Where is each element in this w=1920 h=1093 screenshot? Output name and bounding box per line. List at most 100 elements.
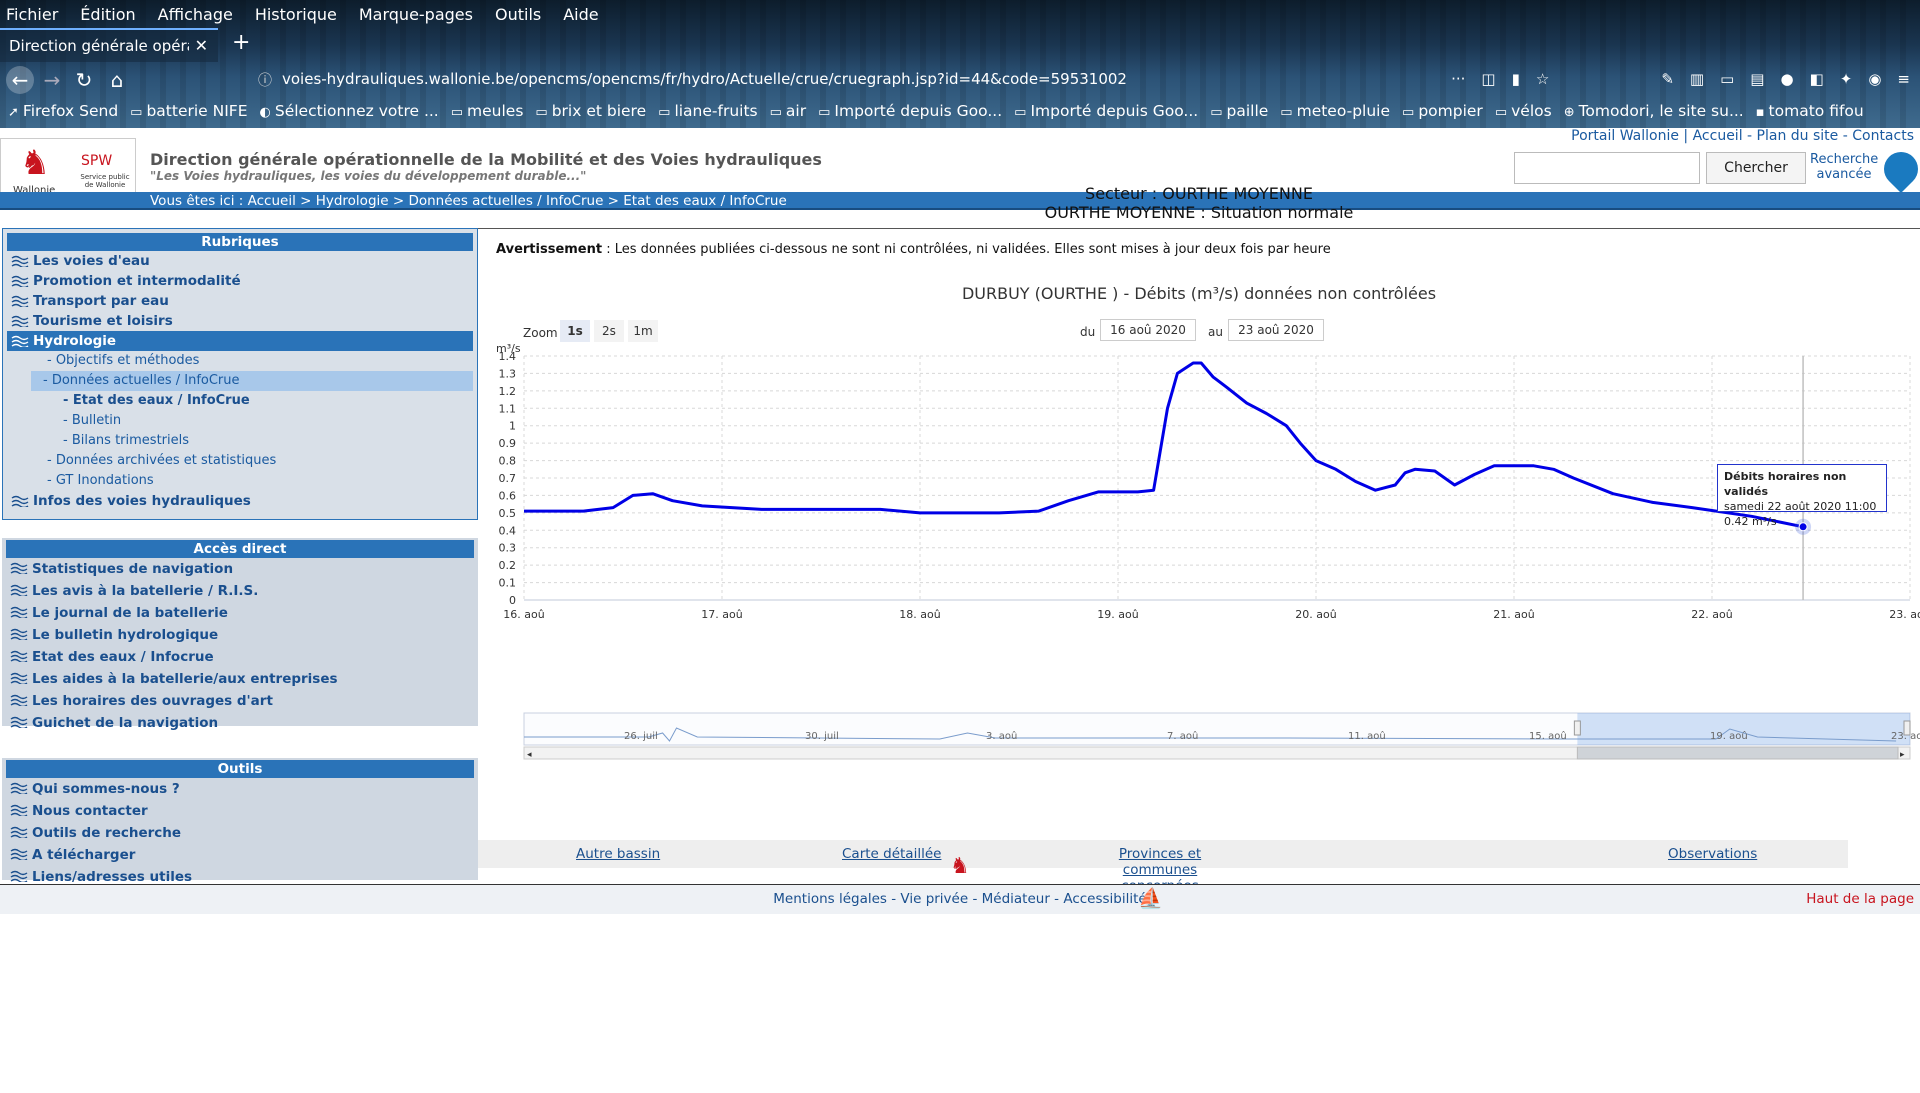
wave-icon bbox=[11, 315, 29, 327]
bookmark-item[interactable]: ⊕ Tomodori, le site su... bbox=[1564, 102, 1744, 120]
close-tab-icon[interactable]: ✕ bbox=[195, 36, 208, 55]
y-tick-label: 1 bbox=[509, 420, 516, 433]
wave-icon bbox=[11, 495, 29, 507]
pocket-icon[interactable]: ◫ bbox=[1481, 70, 1495, 88]
reader-icon[interactable]: ▭ bbox=[1720, 70, 1734, 88]
advanced-search-link[interactable]: Recherche avancée bbox=[1810, 152, 1878, 182]
url-bar[interactable]: voies-hydrauliques.wallonie.be/opencms/o… bbox=[282, 70, 1127, 88]
navigator-label: 30. juil bbox=[805, 731, 839, 742]
chart-navigator[interactable]: 26. juil 30. juil 3. aoû 7. aoû 11. aoû 15. a… bbox=[478, 699, 1920, 769]
legal-links[interactable]: Mentions légales - Vie privée - Médiateu… bbox=[0, 891, 1920, 907]
bookmark-item[interactable]: ▭ meteo-pluie bbox=[1280, 102, 1390, 120]
wave-icon bbox=[10, 782, 28, 794]
bookmark-item[interactable]: ◐ Sélectionnez votre ... bbox=[260, 102, 439, 120]
bookmark-item[interactable]: ▪ tomato fifou bbox=[1756, 102, 1864, 120]
acces-item[interactable]: Les avis à la batellerie / R.I.S. bbox=[6, 580, 474, 602]
outils-item[interactable]: Qui sommes-nous ? bbox=[6, 778, 474, 800]
tooltip-date: samedi 22 août 2020 11:00 bbox=[1724, 500, 1877, 513]
search-input[interactable] bbox=[1514, 152, 1700, 184]
top-links[interactable]: Portail Wallonie | Accueil - Plan du sit… bbox=[1571, 128, 1914, 144]
y-tick-label: 0.6 bbox=[499, 489, 517, 502]
account-icon[interactable]: ◉ bbox=[1868, 70, 1881, 88]
search-button[interactable]: Chercher bbox=[1706, 152, 1806, 184]
puzzle-icon[interactable]: ✦ bbox=[1840, 70, 1853, 88]
site-icon: ▪ bbox=[1755, 105, 1765, 120]
sidebar-item-infos[interactable]: Infos des voies hydrauliques bbox=[7, 491, 473, 511]
extension-icon[interactable]: ● bbox=[1780, 70, 1793, 88]
wave-icon bbox=[10, 628, 28, 640]
bookmark-item[interactable]: ▭ batterie NIFE bbox=[130, 102, 247, 120]
globe-icon: ⊕ bbox=[1563, 105, 1575, 120]
flow-chart[interactable]: 00.10.20.30.40.50.60.70.80.911.11.21.31.… bbox=[478, 334, 1920, 654]
menu-marque-pages[interactable]: Marque-pages bbox=[359, 5, 473, 24]
bookmark-item[interactable]: ▭ pompier bbox=[1402, 102, 1483, 120]
back-icon[interactable]: ← bbox=[6, 66, 34, 94]
wave-icon bbox=[10, 606, 28, 618]
bookmark-item[interactable]: ▭ Importé depuis Goo... bbox=[1014, 102, 1198, 120]
sidebar-subitem-bilans[interactable]: - Bilans trimestriels bbox=[7, 431, 473, 451]
sidebar-item-transport[interactable]: Transport par eau bbox=[7, 291, 473, 311]
reload-icon[interactable]: ↻ bbox=[70, 66, 98, 94]
menu-affichage[interactable]: Affichage bbox=[158, 5, 233, 24]
forward-icon[interactable]: → bbox=[38, 66, 66, 94]
sidebar-subitem-bulletin[interactable]: - Bulletin bbox=[7, 411, 473, 431]
bookmark-item[interactable]: ▭ vélos bbox=[1495, 102, 1552, 120]
sidebar-icon[interactable]: ◧ bbox=[1810, 70, 1824, 88]
acces-item[interactable]: Etat des eaux / Infocrue bbox=[6, 646, 474, 668]
menu-fichier[interactable]: Fichier bbox=[6, 5, 58, 24]
sidebar-subitem-gt-inondations[interactable]: - GT Inondations bbox=[7, 471, 473, 491]
wrench-icon[interactable]: ✎ bbox=[1661, 70, 1674, 88]
bookmark-item[interactable]: ▭ Importé depuis Goo... bbox=[818, 102, 1002, 120]
y-tick-label: 0 bbox=[509, 594, 516, 607]
info-icon[interactable]: ⓘ bbox=[258, 70, 272, 90]
sidebar-item-voies-eau[interactable]: Les voies d'eau bbox=[7, 251, 473, 271]
y-tick-label: 1.2 bbox=[499, 385, 517, 398]
outils-item[interactable]: Nous contacter bbox=[6, 800, 474, 822]
sidebar-item-tourisme[interactable]: Tourisme et loisirs bbox=[7, 311, 473, 331]
bookmark-item[interactable]: ▭ paille bbox=[1210, 102, 1268, 120]
sidebar-subitem-etat-eaux[interactable]: - Etat des eaux / InfoCrue bbox=[7, 391, 473, 411]
new-tab-icon[interactable]: + bbox=[232, 30, 250, 55]
outils-item[interactable]: Outils de recherche bbox=[6, 822, 474, 844]
acces-item[interactable]: Statistiques de navigation bbox=[6, 558, 474, 580]
acces-item[interactable]: Guichet de la navigation bbox=[6, 712, 474, 734]
acces-item[interactable]: Les horaires des ouvrages d'art bbox=[6, 690, 474, 712]
menu-aide[interactable]: Aide bbox=[563, 5, 598, 24]
x-tick-label: 16. aoû bbox=[503, 608, 544, 621]
bookmark-item[interactable]: ▭ meules bbox=[451, 102, 524, 120]
observations-link[interactable]: Observations bbox=[1668, 846, 1757, 862]
acces-item[interactable]: Le bulletin hydrologique bbox=[6, 624, 474, 646]
y-tick-label: 0.8 bbox=[499, 455, 517, 468]
sidebar-subitem-donnees-actuelles[interactable]: - Données actuelles / InfoCrue bbox=[31, 371, 473, 391]
menu-historique[interactable]: Historique bbox=[255, 5, 337, 24]
sidebar-subitem-objectifs[interactable]: - Objectifs et méthodes bbox=[7, 351, 473, 371]
sidebar-subitem-archives[interactable]: - Données archivées et statistiques bbox=[7, 451, 473, 471]
outils-item[interactable]: A télécharger bbox=[6, 844, 474, 866]
sidebar-item-promotion[interactable]: Promotion et intermodalité bbox=[7, 271, 473, 291]
autre-bassin-link[interactable]: Autre bassin bbox=[576, 846, 660, 862]
menu-edition[interactable]: Édition bbox=[80, 5, 135, 24]
site-icon: ◐ bbox=[259, 105, 271, 120]
y-tick-label: 1.3 bbox=[499, 367, 517, 380]
bookmark-item[interactable]: ▭ liane-fruits bbox=[658, 102, 757, 120]
acces-item[interactable]: Les aides à la batellerie/aux entreprise… bbox=[6, 668, 474, 690]
page-actions-icon[interactable]: ··· bbox=[1451, 70, 1465, 88]
tab-active[interactable]: Direction générale opérat ✕ bbox=[0, 28, 218, 62]
sidebar-item-hydrologie[interactable]: Hydrologie bbox=[7, 331, 473, 351]
bookmark-item[interactable]: ▭ air bbox=[770, 102, 806, 120]
library-icon[interactable]: ▥ bbox=[1690, 70, 1704, 88]
scrollbar-thumb bbox=[1576, 746, 1899, 760]
x-tick-label: 21. aoû bbox=[1493, 608, 1534, 621]
flag-icon[interactable]: ▮ bbox=[1512, 70, 1520, 88]
tooltip-title: Débits horaires non validés bbox=[1724, 470, 1847, 498]
bookmark-item[interactable]: ➚ Firefox Send bbox=[8, 102, 118, 120]
bookmark-star-icon[interactable]: ☆ bbox=[1536, 70, 1549, 88]
hamburger-menu-icon[interactable]: ≡ bbox=[1897, 70, 1910, 88]
screenshot-icon[interactable]: ▤ bbox=[1750, 70, 1764, 88]
menu-outils[interactable]: Outils bbox=[495, 5, 541, 24]
acces-item[interactable]: Le journal de la batellerie bbox=[6, 602, 474, 624]
back-to-top-link[interactable]: Haut de la page bbox=[1806, 891, 1914, 907]
bookmark-item[interactable]: ▭ brix et biere bbox=[535, 102, 646, 120]
carte-detaillee-link[interactable]: Carte détaillée bbox=[842, 846, 941, 862]
home-icon[interactable]: ⌂ bbox=[103, 66, 131, 94]
